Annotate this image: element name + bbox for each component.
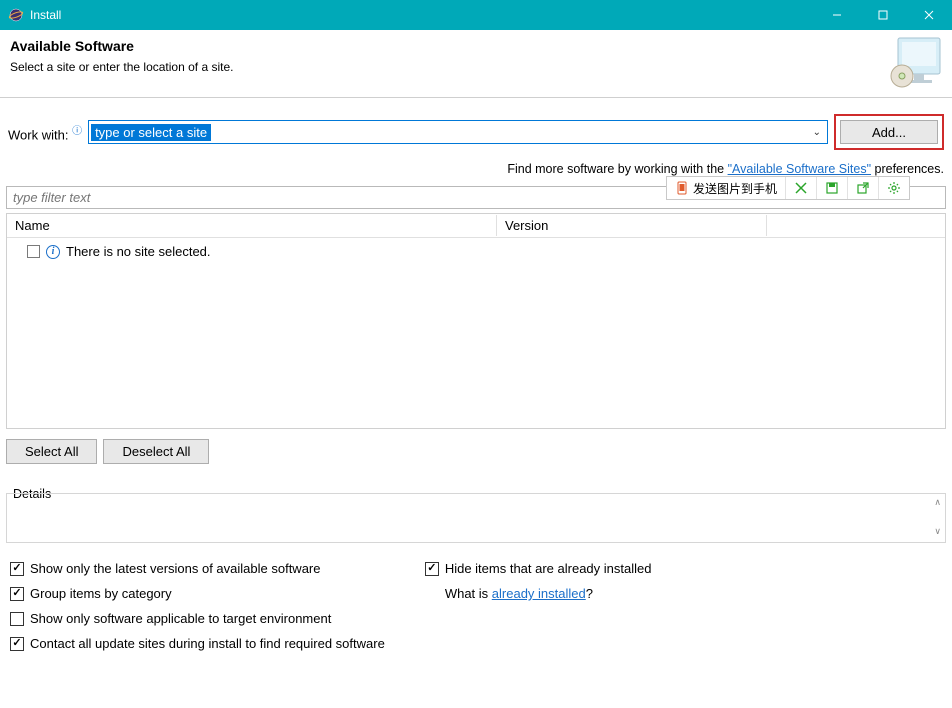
options-area: Show only the latest versions of availab… [0,543,952,651]
col-name[interactable]: Name [7,215,497,236]
work-with-row: Work with: ⓘ type or select a site ⌄ Add… [0,98,952,154]
option-row[interactable]: Show only software applicable to target … [10,611,385,626]
scroll-down-icon: ∨ [934,526,941,537]
option-checkbox[interactable] [10,637,24,651]
option-label: Contact all update sites during install … [30,636,385,651]
overlay-settings-icon[interactable] [879,177,909,199]
select-all-button[interactable]: Select All [6,439,97,464]
what-is-installed: What is already installed? [425,586,652,601]
wizard-logo [888,34,946,95]
table-row[interactable]: i There is no site selected. [15,242,937,261]
option-label: Show only the latest versions of availab… [30,561,321,576]
header: Available Software Select a site or ente… [0,30,952,98]
deselect-all-button[interactable]: Deselect All [103,439,209,464]
window-controls [814,0,952,30]
overlay-share-icon[interactable] [848,177,879,199]
window-title: Install [30,8,61,22]
send-to-phone-button[interactable]: 发送图片到手机 [667,177,786,199]
details-scroll[interactable]: ∧ ∨ [934,497,941,537]
no-site-message: There is no site selected. [66,244,211,259]
work-with-selection: type or select a site [91,124,211,141]
option-row[interactable]: Show only the latest versions of availab… [10,561,385,576]
maximize-button[interactable] [860,0,906,30]
watermark: Bai●du 经验 jingyan.baidu.com [794,656,942,700]
scroll-up-icon: ∧ [934,497,941,508]
option-label: Show only software applicable to target … [30,611,331,626]
already-installed-link[interactable]: already installed [492,586,586,601]
software-table: Name Version i There is no site selected… [6,213,946,429]
options-right-col: Hide items that are already installed Wh… [425,561,652,651]
col-version[interactable]: Version [497,215,767,236]
option-checkbox[interactable] [10,562,24,576]
info-icon: i [46,245,60,259]
add-button[interactable]: Add... [840,120,938,144]
app-icon [8,7,24,23]
options-left-col: Show only the latest versions of availab… [10,561,385,651]
overlay-save-icon[interactable] [817,177,848,199]
option-checkbox[interactable] [10,612,24,626]
row-checkbox[interactable] [27,245,40,258]
close-button[interactable] [906,0,952,30]
col-extra [767,223,945,229]
info-badge-icon: ⓘ [72,126,82,137]
chevron-down-icon[interactable]: ⌄ [807,127,827,138]
selection-buttons: Select All Deselect All [0,429,952,474]
option-row[interactable]: Contact all update sites during install … [10,636,385,651]
table-header: Name Version [7,214,945,238]
overlay-toolbar[interactable]: 发送图片到手机 [666,176,910,200]
page-title: Available Software [10,38,942,54]
hide-installed-option[interactable]: Hide items that are already installed [425,561,652,576]
overlay-action-1[interactable] [786,177,817,199]
hide-installed-checkbox[interactable] [425,562,439,576]
add-button-highlight: Add... [834,114,944,150]
available-sites-link[interactable]: "Available Software Sites" [728,162,871,176]
details-group: Details ∧ ∨ [6,478,946,543]
page-subtitle: Select a site or enter the location of a… [10,60,942,74]
minimize-button[interactable] [814,0,860,30]
titlebar: Install [0,0,952,30]
work-with-combo[interactable]: type or select a site ⌄ [88,120,828,144]
option-label: Group items by category [30,586,172,601]
details-box: ∧ ∨ [6,493,946,543]
option-checkbox[interactable] [10,587,24,601]
option-row[interactable]: Group items by category [10,586,385,601]
work-with-label: Work with: ⓘ [8,122,82,142]
